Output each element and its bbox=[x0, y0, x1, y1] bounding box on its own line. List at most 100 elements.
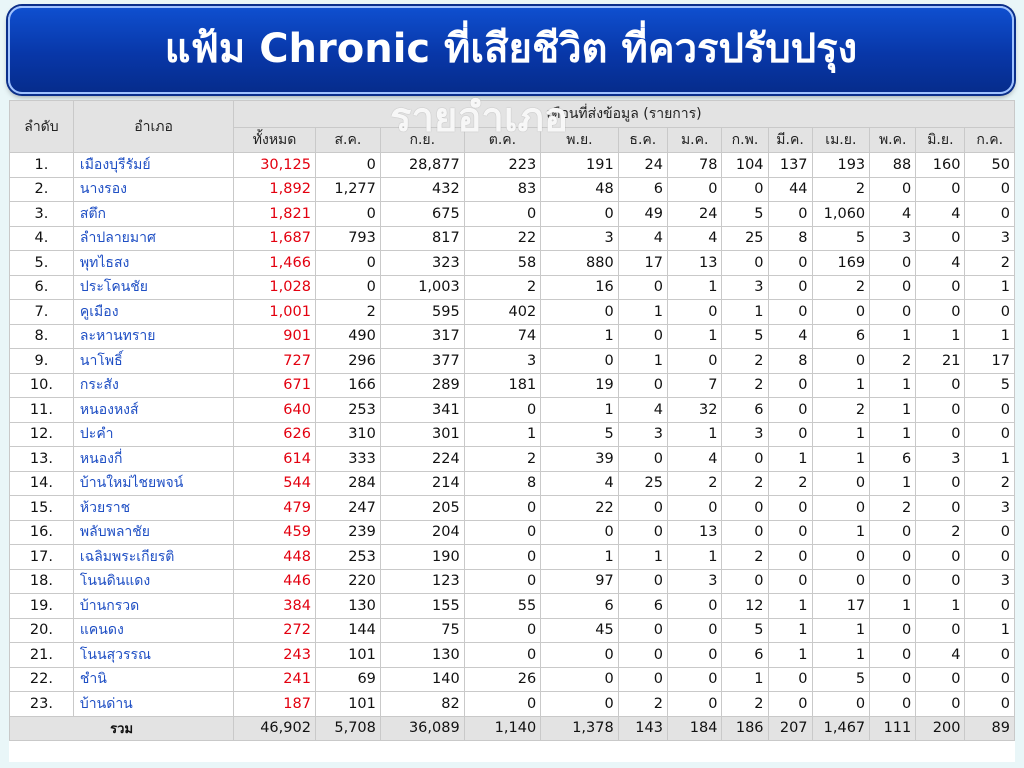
row-month-value: 1 bbox=[811, 642, 871, 668]
row-rank: 9. bbox=[9, 348, 74, 374]
row-month-value: 0 bbox=[666, 348, 723, 374]
row-month-value: 8 bbox=[767, 225, 813, 251]
row-month-value: 69 bbox=[314, 666, 381, 692]
row-month-value: 0 bbox=[666, 617, 723, 643]
row-month-value: 1 bbox=[721, 666, 769, 692]
row-month-value: 0 bbox=[869, 519, 917, 545]
row-month-value: 1 bbox=[811, 421, 871, 447]
row-month-value: 2 bbox=[721, 544, 769, 570]
row-total: 901 bbox=[233, 323, 316, 349]
row-month-value: 32 bbox=[666, 397, 723, 423]
row-month-value: 0 bbox=[463, 397, 542, 423]
row-month-value: 0 bbox=[721, 446, 769, 472]
row-month-value: 0 bbox=[617, 568, 668, 594]
row-month-value: 4 bbox=[915, 642, 966, 668]
summary-month-value: 186 bbox=[721, 715, 769, 741]
row-month-value: 0 bbox=[915, 495, 966, 521]
row-month-value: 5 bbox=[811, 666, 871, 692]
table-row: 7. คูเมือง 1,001 2 595 402 0 1 0 1 0 0 0 0 0 bbox=[9, 299, 1015, 325]
row-rank: 3. bbox=[9, 201, 74, 227]
row-month-value: 140 bbox=[379, 666, 465, 692]
row-month-value: 0 bbox=[869, 617, 917, 643]
row-month-value: 0 bbox=[463, 495, 542, 521]
row-month-value: 144 bbox=[314, 617, 381, 643]
row-month-value: 0 bbox=[767, 397, 813, 423]
row-month-value: 5 bbox=[540, 421, 619, 447]
row-month-value: 377 bbox=[379, 348, 465, 374]
row-month-value: 3 bbox=[540, 225, 619, 251]
row-month-value: 190 bbox=[379, 544, 465, 570]
row-month-value: 317 bbox=[379, 323, 465, 349]
row-month-value: 26 bbox=[463, 666, 542, 692]
row-rank: 21. bbox=[9, 642, 74, 668]
row-month-value: 0 bbox=[617, 617, 668, 643]
table-row: 9. นาโพธิ์ 727 296 377 3 0 1 0 2 8 0 2 21 17 bbox=[9, 348, 1015, 374]
table-row: 23. บ้านด่าน 187 101 82 0 0 2 0 2 0 0 0 0 0 bbox=[9, 691, 1015, 717]
row-month-value: 0 bbox=[666, 666, 723, 692]
header-month: ก.พ. bbox=[721, 127, 769, 153]
row-month-value: 44 bbox=[767, 176, 813, 202]
row-month-value: 6 bbox=[721, 397, 769, 423]
row-month-value: 17 bbox=[811, 593, 871, 619]
row-total: 243 bbox=[233, 642, 316, 668]
row-month-value: 1 bbox=[811, 446, 871, 472]
row-month-value: 1 bbox=[811, 617, 871, 643]
row-month-value: 3 bbox=[721, 421, 769, 447]
row-month-value: 0 bbox=[869, 568, 917, 594]
row-month-value: 0 bbox=[811, 691, 871, 717]
row-month-value: 0 bbox=[915, 470, 966, 496]
row-month-value: 0 bbox=[721, 176, 769, 202]
row-district: กระสัง bbox=[72, 372, 235, 398]
row-district: สตึก bbox=[72, 201, 235, 227]
table-row: 19. บ้านกรวด 384 130 155 55 6 6 0 12 1 17 1 1 0 bbox=[9, 593, 1015, 619]
row-month-value: 0 bbox=[666, 642, 723, 668]
row-month-value: 1 bbox=[540, 397, 619, 423]
row-month-value: 333 bbox=[314, 446, 381, 472]
summary-month-value: 36,089 bbox=[379, 715, 465, 741]
summary-label: รวม bbox=[8, 715, 235, 741]
row-total: 626 bbox=[233, 421, 316, 447]
row-month-value: 123 bbox=[379, 568, 465, 594]
header-month: เม.ย. bbox=[811, 127, 871, 153]
row-total: 187 bbox=[233, 691, 316, 717]
row-month-value: 5 bbox=[721, 201, 769, 227]
row-month-value: 3 bbox=[463, 348, 542, 374]
row-month-value: 2 bbox=[869, 495, 917, 521]
row-month-value: 6 bbox=[617, 593, 668, 619]
row-month-value: 0 bbox=[767, 421, 813, 447]
row-month-value: 214 bbox=[379, 470, 465, 496]
row-month-value: 2 bbox=[721, 348, 769, 374]
table-row: 3. สตึก 1,821 0 675 0 0 49 24 5 0 1,060 4 4 0 bbox=[9, 201, 1015, 227]
row-rank: 6. bbox=[9, 274, 74, 300]
summary-month-value: 207 bbox=[767, 715, 813, 741]
row-month-value: 0 bbox=[767, 299, 813, 325]
row-month-value: 2 bbox=[314, 299, 381, 325]
row-month-value: 0 bbox=[915, 274, 966, 300]
row-month-value: 0 bbox=[915, 617, 966, 643]
row-month-value: 402 bbox=[463, 299, 542, 325]
slide-title-line2: รายอำเภอ bbox=[390, 95, 568, 141]
row-month-value: 49 bbox=[617, 201, 668, 227]
row-month-value: 2 bbox=[811, 397, 871, 423]
table-row: 10. กระสัง 671 166 289 181 19 0 7 2 0 1 1 0 5 bbox=[9, 372, 1015, 398]
row-rank: 16. bbox=[9, 519, 74, 545]
row-month-value: 0 bbox=[767, 274, 813, 300]
summary-month-value: 184 bbox=[666, 715, 723, 741]
row-month-value: 0 bbox=[767, 519, 813, 545]
row-month-value: 0 bbox=[915, 397, 966, 423]
row-month-value: 130 bbox=[379, 642, 465, 668]
row-month-value: 1 bbox=[869, 593, 917, 619]
header-month: ธ.ค. bbox=[617, 127, 668, 153]
header-month: ก.ค. bbox=[964, 127, 1015, 153]
row-month-value: 0 bbox=[540, 666, 619, 692]
row-month-value: 4 bbox=[617, 225, 668, 251]
row-month-value: 341 bbox=[379, 397, 465, 423]
row-district: โนนสุวรรณ bbox=[72, 642, 235, 668]
row-month-value: 0 bbox=[964, 642, 1015, 668]
row-month-value: 3 bbox=[964, 568, 1015, 594]
row-month-value: 19 bbox=[540, 372, 619, 398]
table-row: 14. บ้านใหม่ไชยพจน์ 544 284 214 8 4 25 2 2 2 0 1 0 2 bbox=[9, 470, 1015, 496]
row-month-value: 0 bbox=[767, 666, 813, 692]
row-month-value: 1 bbox=[540, 323, 619, 349]
row-month-value: 169 bbox=[811, 250, 871, 276]
